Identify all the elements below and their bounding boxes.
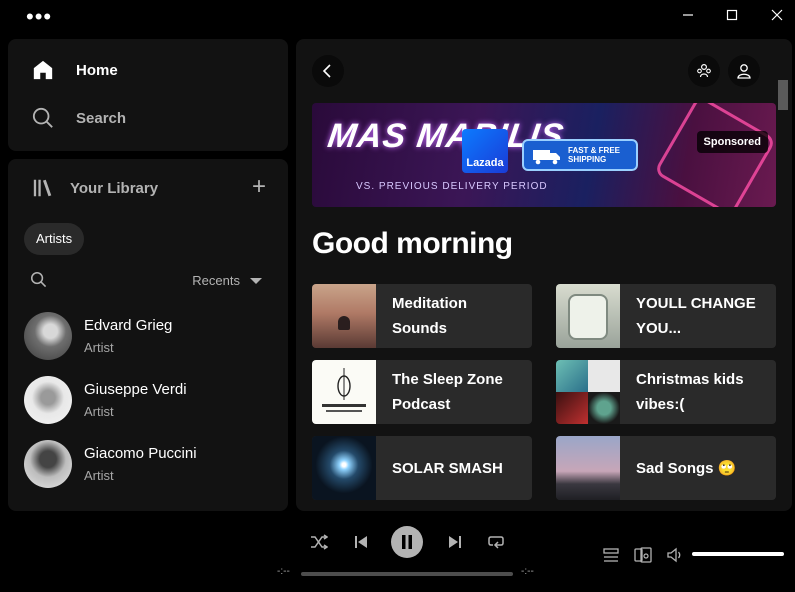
shortcut-card[interactable]: SOLAR SMASH — [312, 436, 532, 500]
violin-icon — [322, 368, 366, 412]
lazada-logo: Lazada — [462, 129, 508, 173]
avatar — [24, 376, 72, 424]
mute-button[interactable] — [665, 545, 685, 565]
sort-dropdown[interactable]: Recents — [192, 273, 262, 288]
avatar — [24, 440, 72, 488]
cover-art — [312, 284, 376, 348]
devices-icon — [634, 547, 652, 563]
library-title: Your Library — [70, 179, 159, 197]
shortcut-card[interactable]: Christmas kids vibes:( — [556, 360, 776, 424]
list-item-artist[interactable]: Giacomo Puccini Artist — [24, 440, 197, 488]
ad-tagline: VS. PREVIOUS DELIVERY PERIOD — [356, 181, 548, 192]
shortcut-title: Sad Songs 🙄 — [636, 459, 737, 477]
search-icon — [32, 107, 53, 128]
artist-name: Giuseppe Verdi — [84, 381, 187, 398]
cover-art — [556, 360, 620, 424]
close-icon — [771, 9, 783, 21]
remaining-time: -:-- — [521, 566, 534, 577]
shortcut-title: The Sleep Zone Podcast — [392, 371, 503, 413]
maximize-button[interactable] — [722, 6, 742, 24]
friends-icon — [697, 63, 711, 78]
avatar — [24, 312, 72, 360]
shipping-badge: FAST & FREE SHIPPING — [522, 139, 638, 171]
profile-button[interactable] — [728, 55, 760, 87]
connect-device-button[interactable] — [633, 545, 653, 565]
shortcut-title: SOLAR SMASH — [392, 459, 503, 477]
list-item-artist[interactable]: Giuseppe Verdi Artist — [24, 376, 187, 424]
volume-icon — [667, 547, 681, 563]
shortcut-card[interactable]: YOULL CHANGE YOU... — [556, 284, 776, 348]
volume-slider[interactable] — [692, 552, 784, 556]
repeat-icon — [488, 536, 504, 549]
artist-name: Giacomo Puccini — [84, 445, 197, 462]
chevron-left-icon — [322, 64, 331, 78]
shortcut-card[interactable]: The Sleep Zone Podcast — [312, 360, 532, 424]
artist-type: Artist — [84, 404, 114, 419]
shortcut-title: Christmas kids vibes:( — [636, 371, 744, 413]
playback-progress-bar[interactable] — [301, 572, 513, 576]
cover-art — [556, 436, 620, 500]
ad-shipping: FAST & FREE SHIPPING — [568, 146, 621, 164]
artist-type: Artist — [84, 340, 114, 355]
cover-art — [312, 436, 376, 500]
artist-type: Artist — [84, 468, 114, 483]
cover-art — [556, 284, 620, 348]
filter-chip-artists[interactable]: Artists — [24, 223, 85, 255]
main-panel: MAS MABILIS VS. PREVIOUS DELIVERY PERIOD… — [296, 39, 792, 511]
shuffle-icon — [311, 534, 328, 550]
page-title: Good morning — [312, 227, 513, 260]
close-window-button[interactable] — [767, 6, 787, 24]
search-icon — [30, 271, 47, 288]
sort-label: Recents — [192, 273, 240, 288]
elapsed-time: -:-- — [277, 566, 290, 577]
minimize-button[interactable] — [678, 6, 698, 24]
nav-home-label: Home — [76, 61, 118, 79]
maximize-icon — [726, 9, 738, 21]
nav-search[interactable]: Search — [32, 107, 126, 129]
create-playlist-button[interactable]: + — [252, 175, 266, 199]
ad-decoration — [653, 103, 776, 207]
repeat-button[interactable] — [485, 531, 507, 553]
sponsored-banner[interactable]: MAS MABILIS VS. PREVIOUS DELIVERY PERIOD… — [312, 103, 776, 207]
library-header[interactable]: Your Library — [32, 177, 158, 199]
friend-activity-button[interactable] — [688, 55, 720, 87]
library-search-button[interactable] — [30, 271, 47, 293]
shortcut-card[interactable]: Meditation Sounds — [312, 284, 532, 348]
nav-search-label: Search — [76, 109, 127, 127]
shortcut-card[interactable]: Sad Songs 🙄 — [556, 436, 776, 500]
shuffle-button[interactable] — [308, 531, 330, 553]
nav-home[interactable]: Home — [32, 59, 118, 81]
list-item-artist[interactable]: Edvard Grieg Artist — [24, 312, 172, 360]
ad-brand: Lazada — [466, 157, 504, 169]
skip-forward-icon — [449, 536, 461, 548]
previous-button[interactable] — [350, 531, 372, 553]
library-panel: Your Library + Artists Recents Edvard Gr… — [8, 159, 288, 511]
play-pause-button[interactable] — [391, 526, 423, 558]
library-icon — [33, 179, 52, 197]
shortcut-title: YOULL CHANGE YOU... — [636, 295, 756, 337]
nav-panel: Home Search — [8, 39, 288, 151]
back-button[interactable] — [312, 55, 344, 87]
cover-art — [312, 360, 376, 424]
title-bar: ••• — [0, 0, 795, 32]
truck-icon — [533, 150, 560, 165]
skip-back-icon — [355, 536, 367, 548]
next-button[interactable] — [444, 531, 466, 553]
artist-name: Edvard Grieg — [84, 317, 173, 334]
caret-down-icon — [250, 277, 262, 284]
queue-icon — [603, 548, 619, 562]
home-icon — [33, 60, 53, 80]
queue-button[interactable] — [601, 545, 621, 565]
app-menu-button[interactable]: ••• — [26, 6, 52, 28]
user-icon — [737, 64, 751, 79]
minimize-icon — [683, 14, 693, 16]
main-scrollbar[interactable] — [778, 80, 788, 110]
pause-icon — [402, 535, 412, 549]
shortcut-title: Meditation Sounds — [392, 295, 467, 337]
sponsored-badge: Sponsored — [696, 131, 768, 153]
